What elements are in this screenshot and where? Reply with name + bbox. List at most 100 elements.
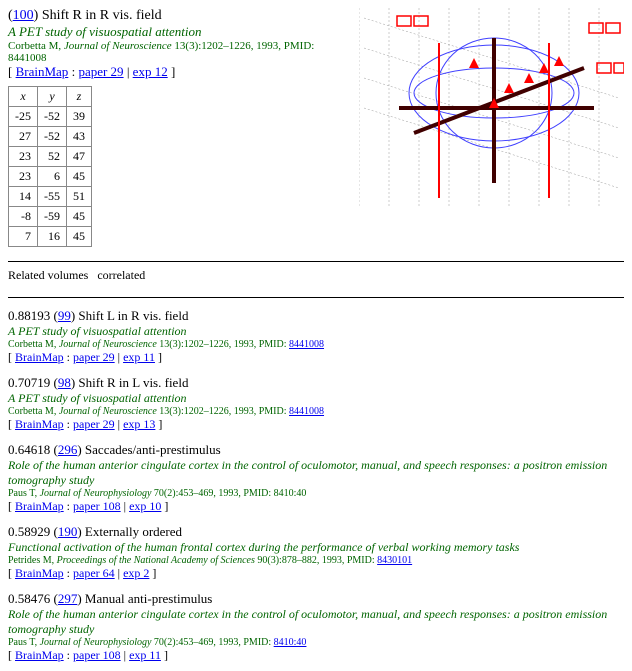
table-row: -8-5945 (9, 207, 92, 227)
coords-cell: -8 (9, 207, 38, 227)
table-row: 27-5243 (9, 127, 92, 147)
related-entry-head: 0.88193 (99) Shift L in R vis. field (8, 308, 624, 324)
pmid-link[interactable]: 8410:40 (274, 637, 307, 648)
coords-cell: 39 (67, 107, 92, 127)
brainmap-link[interactable]: BrainMap (15, 350, 64, 364)
coords-cell: 45 (67, 167, 92, 187)
related-citation: Petrides M, Proceedings of the National … (8, 555, 624, 566)
related-citation: Paus T, Journal of Neurophysiology 70(2)… (8, 488, 624, 499)
coords-cell: -52 (38, 107, 67, 127)
coords-cell: 23 (9, 147, 38, 167)
brainmap-exp-link[interactable]: exp 10 (129, 499, 161, 513)
divider (8, 297, 624, 298)
brainmap-exp-link[interactable]: exp 11 (129, 648, 161, 662)
brainmap-paper-link[interactable]: paper 29 (73, 417, 115, 431)
coords-cell: 47 (67, 147, 92, 167)
related-id-link[interactable]: 297 (58, 591, 78, 606)
brainmap-paper-link[interactable]: paper 64 (73, 566, 115, 580)
brainmap-paper-link[interactable]: paper 108 (73, 499, 121, 513)
related-study-desc: Functional activation of the human front… (8, 540, 624, 555)
divider (8, 261, 624, 262)
related-entry: 0.58476 (297) Manual anti-prestimulusRol… (8, 591, 624, 663)
related-id-link[interactable]: 99 (58, 308, 71, 323)
related-entry: 0.58929 (190) Externally orderedFunction… (8, 524, 624, 581)
related-id-link[interactable]: 190 (58, 524, 78, 539)
coords-cell: 27 (9, 127, 38, 147)
main-entry-title: (100) Shift R in R vis. field (8, 8, 351, 24)
bm-close: ] (168, 64, 176, 79)
coords-cell: -55 (38, 187, 67, 207)
pmid-link[interactable]: 8441008 (289, 406, 324, 417)
coords-cell: 45 (67, 227, 92, 247)
coords-cell: -25 (9, 107, 38, 127)
related-entry-head: 0.70719 (98) Shift R in L vis. field (8, 375, 624, 391)
brainmap-link[interactable]: BrainMap (15, 648, 64, 662)
coords-cell: 51 (67, 187, 92, 207)
related-brainmap-line: [ BrainMap : paper 108 | exp 10 ] (8, 499, 624, 514)
related-id-link[interactable]: 98 (58, 375, 71, 390)
related-study-desc: Role of the human anterior cingulate cor… (8, 607, 624, 637)
related-entry-head: 0.58476 (297) Manual anti-prestimulus (8, 591, 624, 607)
brainmap-link[interactable]: BrainMap (15, 566, 64, 580)
main-title-rest: ) Shift R in R vis. field (34, 8, 162, 23)
related-citation: Corbetta M, Journal of Neuroscience 13(3… (8, 339, 624, 350)
coords-cell: -52 (38, 127, 67, 147)
brainmap-link[interactable]: BrainMap (15, 417, 64, 431)
brainmap-exp-link[interactable]: exp 12 (133, 64, 168, 79)
brainmap-exp-link[interactable]: exp 13 (123, 417, 155, 431)
related-citation: Paus T, Journal of Neurophysiology 70(2)… (8, 637, 624, 648)
coords-cell: 6 (38, 167, 67, 187)
related-study-desc: A PET study of visuospatial attention (8, 324, 624, 339)
pmid-link[interactable]: 8430101 (377, 555, 412, 566)
pmid-link[interactable]: 8441008 (289, 339, 324, 350)
coords-header: x (9, 87, 38, 107)
main-study-desc: A PET study of visuospatial attention (8, 24, 351, 40)
coords-cell: 23 (9, 167, 38, 187)
table-row: -25-5239 (9, 107, 92, 127)
main-id-link[interactable]: 100 (13, 8, 34, 23)
related-entry: 0.64618 (296) Saccades/anti-prestimulusR… (8, 442, 624, 514)
coords-table: xyz -25-523927-52432352472364514-5551-8-… (8, 86, 92, 247)
table-row: 71645 (9, 227, 92, 247)
brainmap-paper-link[interactable]: paper 108 (73, 648, 121, 662)
coords-cell: 45 (67, 207, 92, 227)
coords-cell: 7 (9, 227, 38, 247)
coords-header: z (67, 87, 92, 107)
table-row: 14-5551 (9, 187, 92, 207)
related-id-link[interactable]: 296 (58, 442, 78, 457)
coords-cell: 52 (38, 147, 67, 167)
related-entry-head: 0.58929 (190) Externally ordered (8, 524, 624, 540)
brainmap-exp-link[interactable]: exp 2 (123, 566, 149, 580)
citation-author: Corbetta M, (8, 40, 64, 52)
related-entry: 0.70719 (98) Shift R in L vis. fieldA PE… (8, 375, 624, 432)
related-study-desc: Role of the human anterior cingulate cor… (8, 458, 624, 488)
related-brainmap-line: [ BrainMap : paper 29 | exp 11 ] (8, 350, 624, 365)
bm-sep: : (68, 64, 78, 79)
coords-cell: 14 (9, 187, 38, 207)
related-citation: Corbetta M, Journal of Neuroscience 13(3… (8, 406, 624, 417)
coords-header: y (38, 87, 67, 107)
brainmap-paper-link[interactable]: paper 29 (73, 350, 115, 364)
table-row: 23645 (9, 167, 92, 187)
main-citation: Corbetta M, Journal of Neuroscience 13(3… (8, 40, 351, 64)
brainmap-link[interactable]: BrainMap (16, 64, 69, 79)
section-label: Related volumes correlated (8, 268, 624, 283)
coords-cell: 43 (67, 127, 92, 147)
brainmap-exp-link[interactable]: exp 11 (123, 350, 155, 364)
brain-visualization (359, 8, 624, 208)
brainmap-paper-link[interactable]: paper 29 (78, 64, 123, 79)
related-entry: 0.88193 (99) Shift L in R vis. fieldA PE… (8, 308, 624, 365)
section-label-b: correlated (97, 268, 145, 282)
main-brainmap-line: [ BrainMap : paper 29 | exp 12 ] (8, 64, 351, 80)
section-label-a: Related volumes (8, 268, 88, 282)
bm-open: [ (8, 64, 16, 79)
related-study-desc: A PET study of visuospatial attention (8, 391, 624, 406)
coords-cell: -59 (38, 207, 67, 227)
table-row: 235247 (9, 147, 92, 167)
related-brainmap-line: [ BrainMap : paper 108 | exp 11 ] (8, 648, 624, 663)
related-brainmap-line: [ BrainMap : paper 64 | exp 2 ] (8, 566, 624, 581)
related-entry-head: 0.64618 (296) Saccades/anti-prestimulus (8, 442, 624, 458)
bm-mid: | (124, 64, 133, 79)
citation-journal: Journal of Neuroscience (64, 40, 172, 52)
brainmap-link[interactable]: BrainMap (15, 499, 64, 513)
